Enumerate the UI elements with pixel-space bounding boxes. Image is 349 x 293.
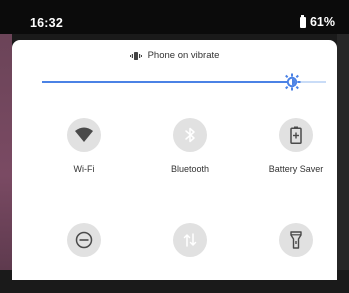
tile-do-not-disturb[interactable]	[44, 223, 124, 293]
mobile-data-icon	[183, 233, 197, 247]
battery-percent: 61%	[309, 15, 335, 29]
do-not-disturb-icon	[75, 231, 93, 249]
bluetooth-icon	[185, 127, 195, 143]
tile-wifi[interactable]: Wi-Fi	[44, 118, 124, 188]
tile-mobile-data[interactable]	[150, 223, 230, 293]
tile-flashlight-circle[interactable]	[279, 223, 313, 257]
vibrate-icon	[129, 51, 142, 60]
status-bar: 16:32 61%	[0, 0, 349, 34]
ringer-text: Phone on vibrate	[147, 50, 220, 61]
wallpaper-edge-right	[337, 34, 349, 270]
tile-battery-saver[interactable]: Battery Saver	[256, 118, 336, 188]
wifi-icon	[75, 127, 93, 142]
tile-battery-saver-circle[interactable]	[279, 118, 313, 152]
battery-icon	[299, 14, 306, 28]
quick-settings-panel: Phone on vibrate Wi-Fi Bluetooth Battery…	[12, 40, 337, 280]
battery-saver-icon	[290, 126, 302, 144]
tile-wifi-label: Wi-Fi	[73, 164, 95, 174]
tile-battery-saver-label: Battery Saver	[268, 164, 324, 174]
tile-bluetooth[interactable]: Bluetooth	[150, 118, 230, 188]
tile-wifi-circle[interactable]	[67, 118, 101, 152]
tile-do-not-disturb-circle[interactable]	[67, 223, 101, 257]
flashlight-icon	[290, 231, 302, 249]
status-battery: 61%	[299, 14, 335, 29]
tile-bluetooth-circle[interactable]	[173, 118, 207, 152]
tile-bluetooth-label: Bluetooth	[170, 164, 210, 174]
tile-flashlight[interactable]	[256, 223, 336, 293]
brightness-thumb-icon[interactable]	[283, 73, 301, 91]
ringer-mode[interactable]: Phone on vibrate	[12, 50, 337, 61]
brightness-slider[interactable]	[42, 73, 326, 91]
wallpaper-edge-left	[0, 34, 12, 270]
brightness-slider-fill	[42, 81, 292, 83]
tile-mobile-data-circle[interactable]	[173, 223, 207, 257]
status-time: 16:32	[30, 16, 63, 30]
